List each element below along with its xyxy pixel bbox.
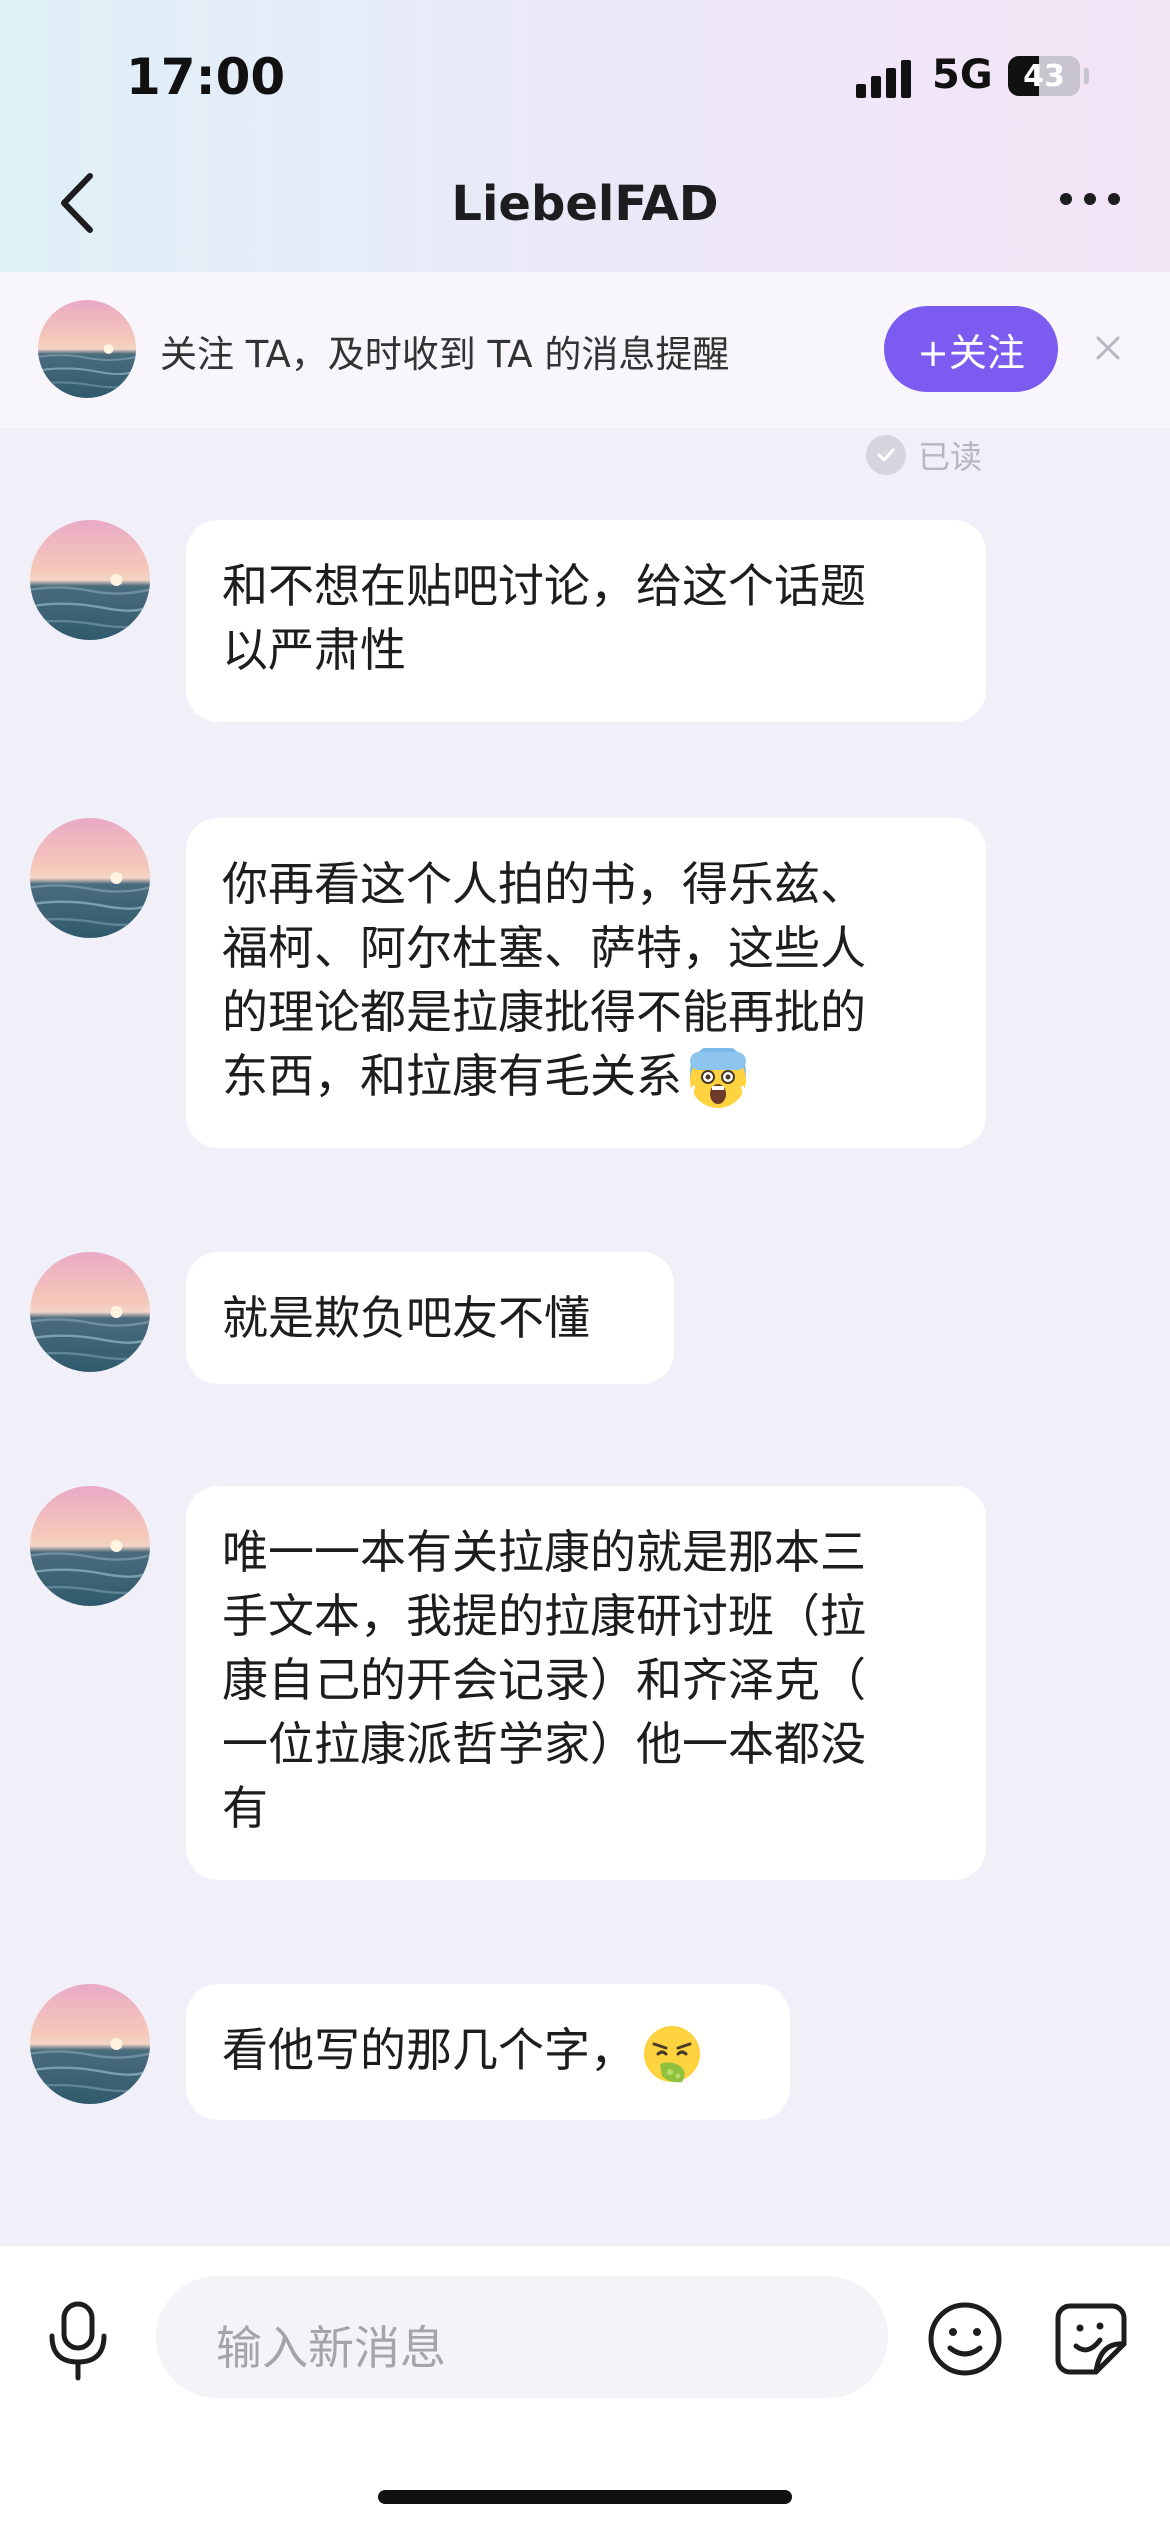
check-icon — [866, 435, 906, 475]
message-line: 以严肃性 — [222, 623, 406, 677]
message-line: 的理论都是拉康批得不能再批的 — [222, 985, 866, 1039]
network-label: 5G — [932, 52, 993, 98]
battery-percent: 43 — [1023, 59, 1065, 94]
message-bubble[interactable]: 你再看这个人拍的书，得乐兹、 福柯、阿尔杜塞、萨特，这些人 的理论都是拉康批得不… — [186, 818, 986, 1148]
message-input[interactable]: 输入新消息 — [156, 2276, 888, 2398]
message-line: 有 — [222, 1781, 268, 1835]
message-line: 就是欺负吧友不懂 — [222, 1291, 590, 1345]
avatar[interactable] — [30, 1486, 150, 1606]
emoji-icon[interactable] — [926, 2300, 1004, 2378]
read-label: 已读 — [918, 438, 983, 476]
avatar[interactable] — [30, 1984, 150, 2104]
avatar[interactable] — [30, 818, 150, 938]
message-line: 东西，和拉康有毛关系 — [222, 1049, 682, 1103]
status-time: 17:00 — [126, 48, 286, 106]
screaming-face-emoji — [686, 1043, 750, 1112]
message-bubble[interactable]: 和不想在贴吧讨论，给这个话题 以严肃性 — [186, 520, 986, 722]
chat-title: LiebelFAD — [451, 176, 719, 232]
message-bubble[interactable]: 唯一一本有关拉康的就是那本三 手文本，我提的拉康研讨班（拉 康自己的开会记录）和… — [186, 1486, 986, 1880]
sticker-icon[interactable] — [1052, 2300, 1130, 2378]
message-bubble[interactable]: 就是欺负吧友不懂 — [186, 1252, 674, 1384]
more-dots-icon[interactable] — [1054, 180, 1126, 220]
follow-prompt-text: 关注 TA，及时收到 TA 的消息提醒 — [160, 333, 730, 376]
message-line: 康自己的开会记录）和齐泽克（ — [222, 1653, 866, 1707]
battery-tip — [1084, 68, 1089, 84]
microphone-icon[interactable] — [40, 2298, 116, 2384]
message-line: 福柯、阿尔杜塞、萨特，这些人 — [222, 921, 866, 975]
message-line: 和不想在贴吧讨论，给这个话题 — [222, 559, 866, 613]
close-icon[interactable] — [1088, 328, 1128, 368]
message-line: 看他写的那几个字， — [222, 2023, 636, 2077]
avatar — [38, 300, 136, 398]
signal-icon — [856, 58, 916, 98]
battery-icon: 43 — [1008, 56, 1080, 96]
message-line: 手文本，我提的拉康研讨班（拉 — [222, 1589, 866, 1643]
follow-button[interactable]: +关注 — [884, 306, 1058, 392]
message-line: 一位拉康派哲学家）他一本都没 — [222, 1717, 866, 1771]
input-placeholder: 输入新消息 — [216, 2321, 446, 2375]
message-line: 你再看这个人拍的书，得乐兹、 — [222, 857, 866, 911]
read-status: 已读 — [866, 432, 982, 478]
avatar[interactable] — [30, 1252, 150, 1372]
message-line: 唯一一本有关拉康的就是那本三 — [222, 1525, 866, 1579]
home-indicator — [378, 2490, 792, 2504]
message-bubble[interactable]: 看他写的那几个字， — [186, 1984, 790, 2120]
avatar[interactable] — [30, 520, 150, 640]
vomiting-face-emoji — [640, 2022, 704, 2086]
